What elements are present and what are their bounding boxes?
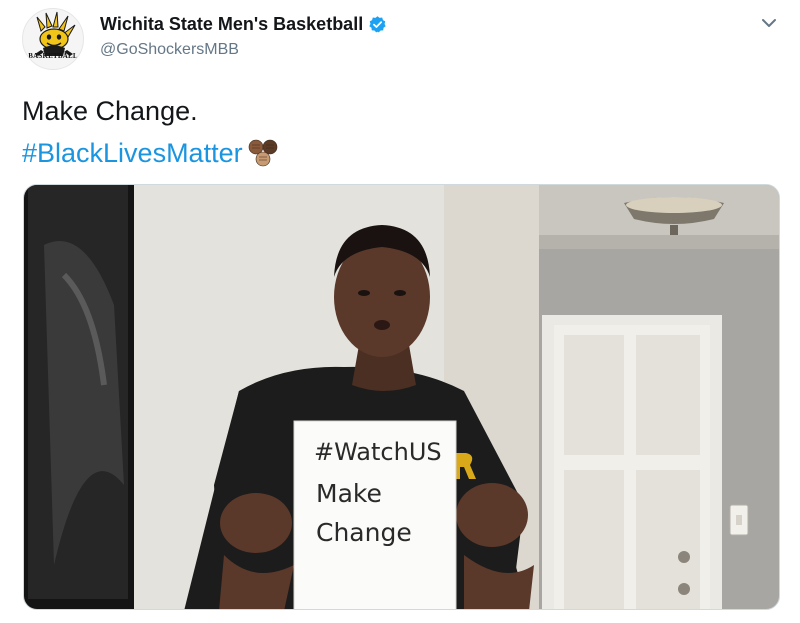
tweet-text: Make Change.	[22, 96, 198, 126]
sign-line-3: Change	[316, 518, 412, 547]
author-display-name[interactable]: Wichita State Men's Basketball	[100, 14, 363, 35]
author-name-row: Wichita State Men's Basketball	[100, 12, 387, 36]
chevron-down-icon[interactable]	[757, 12, 781, 34]
tweet-card: BASKETBALL Wichita State Men's Basketbal…	[0, 0, 800, 623]
tweet-media[interactable]: #WatchUS Make Change	[23, 184, 780, 610]
hashtag-link[interactable]: #BlackLivesMatter	[22, 138, 243, 169]
tweet-hashtag-row: #BlackLivesMatter	[22, 135, 281, 171]
sign-line-2: Make	[316, 479, 382, 508]
raised-fists-emoji	[248, 139, 277, 167]
author-handle[interactable]: @GoShockersMBB	[100, 41, 239, 59]
avatar[interactable]: BASKETBALL	[22, 8, 84, 70]
sign-line-1: #WatchUS	[314, 438, 442, 466]
avatar-text: BASKETBALL	[28, 52, 78, 60]
verified-badge-icon	[369, 15, 386, 32]
wushock-logo-icon	[35, 11, 76, 56]
